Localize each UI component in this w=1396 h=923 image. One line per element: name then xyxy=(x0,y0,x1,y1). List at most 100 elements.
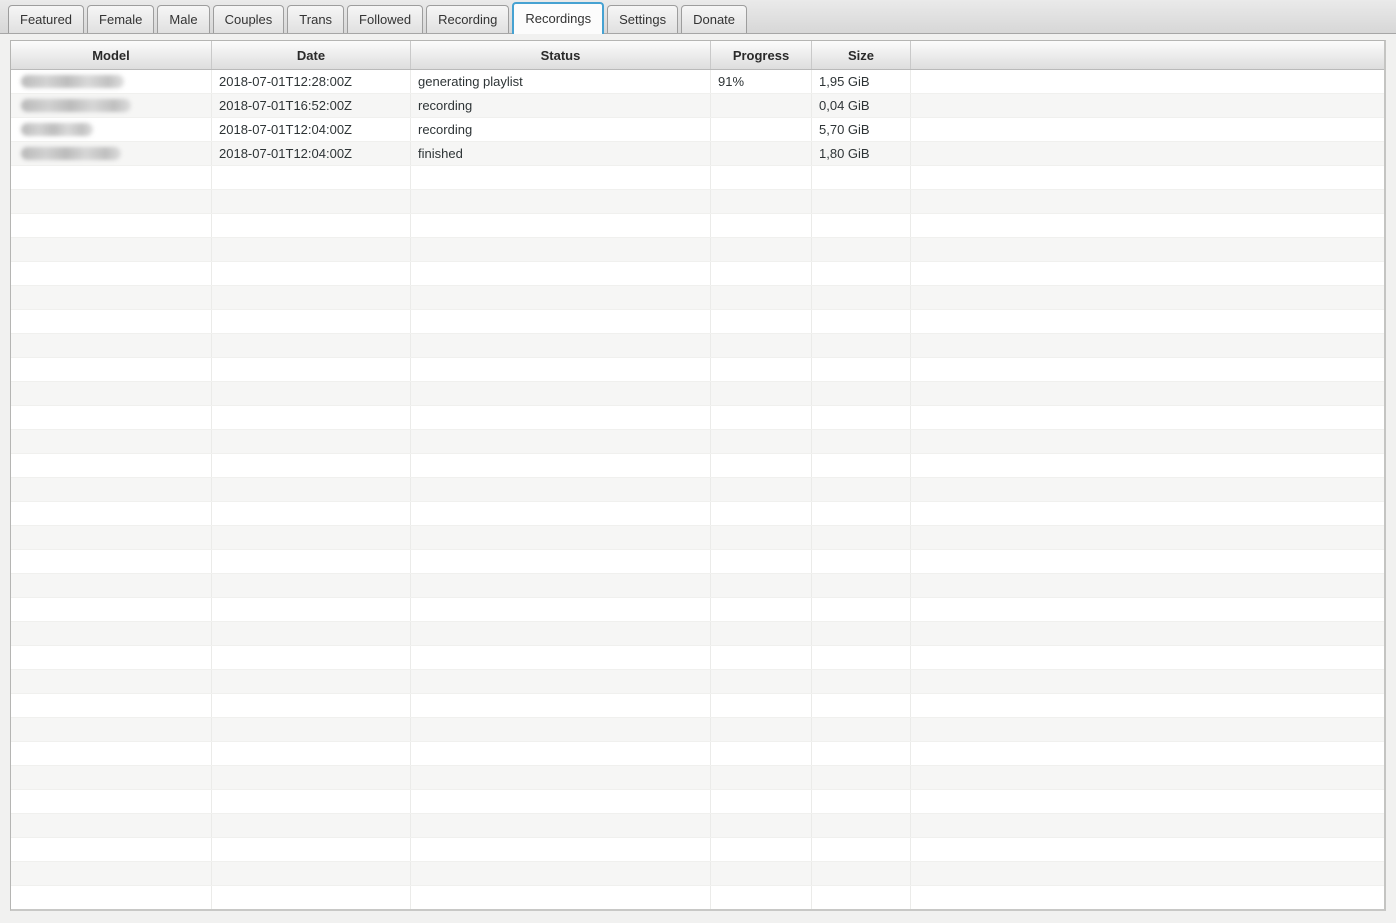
cell-size xyxy=(812,214,911,237)
table-row-empty[interactable] xyxy=(11,526,1384,550)
cell-extra xyxy=(911,238,1384,261)
cell-progress xyxy=(711,790,812,813)
cell-date xyxy=(212,694,411,717)
cell-progress xyxy=(711,670,812,693)
table-row-empty[interactable] xyxy=(11,358,1384,382)
table-row-empty[interactable] xyxy=(11,574,1384,598)
cell-progress xyxy=(711,862,812,885)
cell-progress xyxy=(711,94,812,117)
table-row[interactable]: 2018-07-01T12:28:00Zgenerating playlist9… xyxy=(11,70,1384,94)
table-row-empty[interactable] xyxy=(11,502,1384,526)
column-header-model[interactable]: Model xyxy=(11,41,212,69)
cell-progress xyxy=(711,478,812,501)
column-header-progress[interactable]: Progress xyxy=(711,41,812,69)
cell-date xyxy=(212,334,411,357)
cell-model xyxy=(11,622,212,645)
cell-date xyxy=(212,622,411,645)
cell-date xyxy=(212,550,411,573)
cell-date xyxy=(212,790,411,813)
table-row-empty[interactable] xyxy=(11,238,1384,262)
cell-progress xyxy=(711,430,812,453)
tab-followed[interactable]: Followed xyxy=(347,5,423,33)
cell-date xyxy=(212,382,411,405)
table-row-empty[interactable] xyxy=(11,622,1384,646)
tab-settings[interactable]: Settings xyxy=(607,5,678,33)
table-row-empty[interactable] xyxy=(11,718,1384,742)
redacted-model-name xyxy=(21,99,131,112)
cell-progress xyxy=(711,814,812,837)
cell-model xyxy=(11,742,212,765)
table-row-empty[interactable] xyxy=(11,766,1384,790)
column-header-extra[interactable] xyxy=(911,41,1384,69)
table-row[interactable]: 2018-07-01T16:52:00Zrecording0,04 GiB xyxy=(11,94,1384,118)
table-row-empty[interactable] xyxy=(11,454,1384,478)
table-row-empty[interactable] xyxy=(11,814,1384,838)
table-row-empty[interactable] xyxy=(11,406,1384,430)
cell-model xyxy=(11,670,212,693)
table-row-empty[interactable] xyxy=(11,694,1384,718)
table-row-empty[interactable] xyxy=(11,598,1384,622)
tab-male[interactable]: Male xyxy=(157,5,209,33)
table-row-empty[interactable] xyxy=(11,550,1384,574)
table-row-empty[interactable] xyxy=(11,838,1384,862)
table-row-empty[interactable] xyxy=(11,166,1384,190)
cell-progress xyxy=(711,454,812,477)
tab-recording[interactable]: Recording xyxy=(426,5,509,33)
column-header-date[interactable]: Date xyxy=(212,41,411,69)
cell-date: 2018-07-01T12:04:00Z xyxy=(212,118,411,141)
cell-date xyxy=(212,214,411,237)
table-row[interactable]: 2018-07-01T12:04:00Zfinished1,80 GiB xyxy=(11,142,1384,166)
table-row-empty[interactable] xyxy=(11,214,1384,238)
table-row[interactable]: 2018-07-01T12:04:00Zrecording5,70 GiB xyxy=(11,118,1384,142)
cell-progress xyxy=(711,718,812,741)
table-row-empty[interactable] xyxy=(11,886,1384,910)
tab-label: Featured xyxy=(20,12,72,27)
cell-progress xyxy=(711,406,812,429)
column-header-status[interactable]: Status xyxy=(411,41,711,69)
cell-model xyxy=(11,190,212,213)
cell-extra xyxy=(911,406,1384,429)
cell-extra xyxy=(911,382,1384,405)
cell-size xyxy=(812,838,911,861)
table-row-empty[interactable] xyxy=(11,286,1384,310)
cell-extra xyxy=(911,478,1384,501)
cell-model xyxy=(11,550,212,573)
cell-status xyxy=(411,166,711,189)
cell-status: recording xyxy=(411,118,711,141)
table-row-empty[interactable] xyxy=(11,382,1384,406)
tab-couples[interactable]: Couples xyxy=(213,5,285,33)
cell-size xyxy=(812,790,911,813)
cell-status xyxy=(411,382,711,405)
tab-trans[interactable]: Trans xyxy=(287,5,344,33)
cell-extra xyxy=(911,646,1384,669)
table-row-empty[interactable] xyxy=(11,334,1384,358)
tab-female[interactable]: Female xyxy=(87,5,154,33)
cell-size xyxy=(812,262,911,285)
cell-extra xyxy=(911,814,1384,837)
table-row-empty[interactable] xyxy=(11,742,1384,766)
tab-donate[interactable]: Donate xyxy=(681,5,747,33)
table-row-empty[interactable] xyxy=(11,790,1384,814)
cell-progress xyxy=(711,166,812,189)
table-row-empty[interactable] xyxy=(11,310,1384,334)
column-header-size[interactable]: Size xyxy=(812,41,911,69)
cell-size xyxy=(812,238,911,261)
cell-progress xyxy=(711,838,812,861)
cell-size xyxy=(812,598,911,621)
tab-featured[interactable]: Featured xyxy=(8,5,84,33)
table-row-empty[interactable] xyxy=(11,262,1384,286)
cell-status xyxy=(411,550,711,573)
cell-status xyxy=(411,646,711,669)
cell-extra xyxy=(911,214,1384,237)
tab-recordings[interactable]: Recordings xyxy=(512,2,604,34)
table-row-empty[interactable] xyxy=(11,646,1384,670)
cell-status xyxy=(411,862,711,885)
table-row-empty[interactable] xyxy=(11,190,1384,214)
table-row-empty[interactable] xyxy=(11,862,1384,886)
table-row-empty[interactable] xyxy=(11,430,1384,454)
cell-progress xyxy=(711,646,812,669)
table-row-empty[interactable] xyxy=(11,670,1384,694)
cell-status xyxy=(411,694,711,717)
table-row-empty[interactable] xyxy=(11,478,1384,502)
cell-size xyxy=(812,526,911,549)
